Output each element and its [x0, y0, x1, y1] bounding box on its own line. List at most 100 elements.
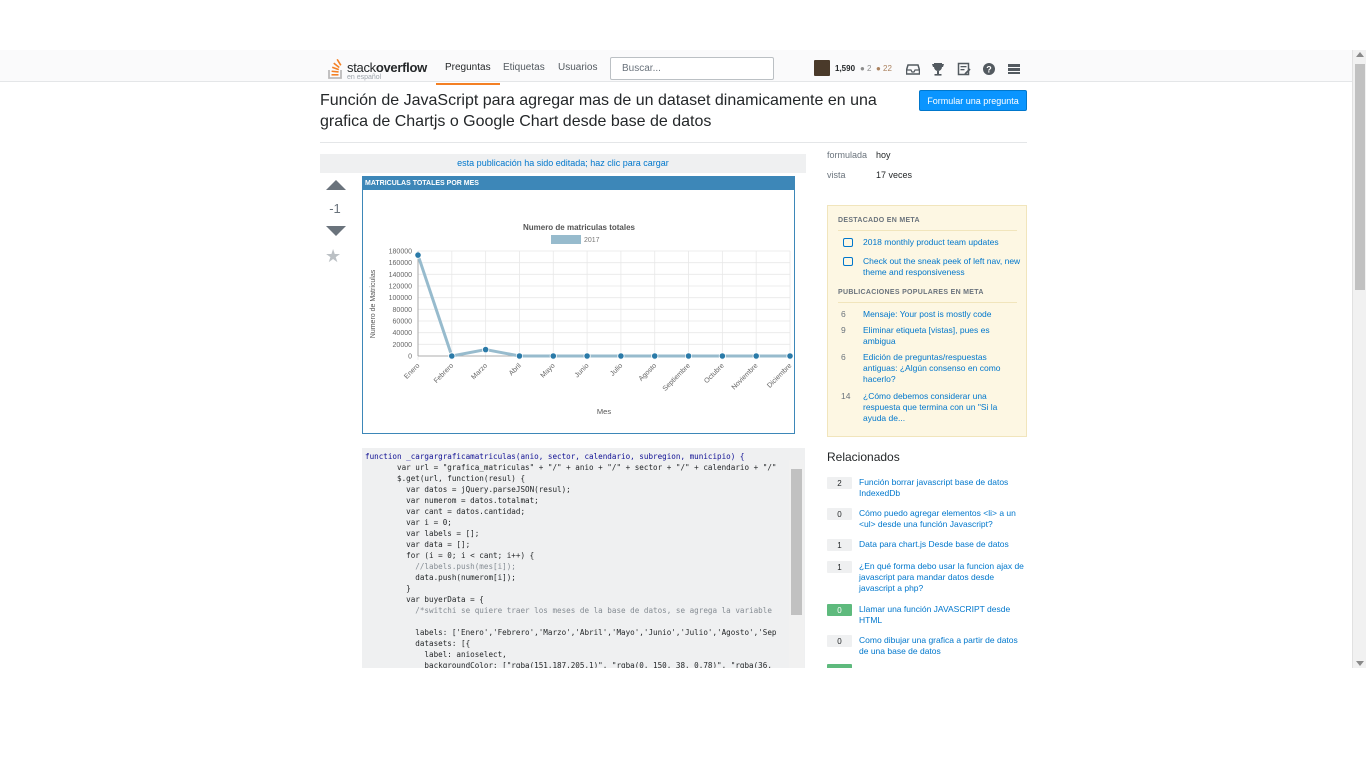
y-tick-label: 180000	[389, 249, 412, 256]
chart-title: Numero de matriculas totales	[523, 223, 636, 232]
featured-link[interactable]: 2018 monthly product team updates	[863, 237, 1021, 248]
avatar[interactable]	[814, 60, 830, 76]
scroll-up-arrow-icon[interactable]	[1356, 52, 1364, 57]
data-point	[684, 352, 693, 360]
search-input[interactable]: Buscar...	[610, 57, 774, 80]
popular-link[interactable]: Mensaje: Your post is mostly code	[863, 309, 1021, 320]
related-score[interactable]: 2	[827, 477, 852, 489]
popular-link[interactable]: Edición de preguntas/respuestas antiguas…	[863, 352, 1021, 385]
data-point	[786, 352, 794, 360]
divider	[838, 302, 1017, 303]
upvote-arrow-icon[interactable]	[326, 180, 346, 190]
related-link[interactable]: Data para chart.js Desde base de datos	[859, 539, 1029, 550]
bronze-badge-count: ● 22	[876, 64, 892, 73]
trophy-icon[interactable]	[931, 62, 945, 76]
y-tick-label: 140000	[389, 272, 412, 279]
data-point	[515, 352, 524, 360]
code-line: label: anioselect,	[365, 650, 507, 659]
help-icon[interactable]: ?	[982, 62, 996, 76]
popular-link[interactable]: ¿Cómo debemos considerar una respuesta q…	[863, 391, 1021, 424]
related-heading: Relacionados	[827, 450, 900, 464]
legend-swatch	[551, 235, 581, 244]
featured-link[interactable]: Check out the sneak peek of left nav, ne…	[863, 256, 1021, 278]
featured-heading: DESTACADO EN META	[838, 217, 920, 224]
favorite-star-icon[interactable]: ★	[325, 246, 341, 267]
scroll-down-arrow-icon[interactable]	[1356, 661, 1364, 666]
code-line: backgroundColor: ["rgba(151,187,205,1)",…	[365, 661, 777, 668]
asked-value: hoy	[876, 150, 891, 160]
inbox-icon[interactable]	[906, 62, 920, 76]
code-line: var numerom = datos.totalmat;	[365, 496, 539, 505]
related-score[interactable]: 1	[827, 561, 852, 573]
code-line: $.get(url, function(resul) {	[365, 474, 526, 483]
related-link[interactable]: Llamar una función JAVASCRIPT desde HTML	[859, 604, 1029, 626]
panel-header: MATRICULAS TOTALES POR MES	[363, 177, 794, 190]
data-point	[583, 352, 591, 360]
top-bar: stackoverflow en español Preguntas Etiqu…	[0, 50, 1352, 85]
x-tick-label: Julio	[609, 362, 624, 377]
review-queue-icon[interactable]	[957, 62, 971, 76]
embedded-chart-image: MATRICULAS TOTALES POR MES Numero de mat…	[362, 176, 795, 434]
x-tick-label: Abril	[508, 362, 523, 377]
code-line: var buyerData = {	[365, 595, 484, 604]
related-link[interactable]: ¿En qué forma debo usar la funcion ajax …	[859, 561, 1029, 594]
code-line: data.push(numerom[i]);	[365, 573, 516, 582]
code-scrollbar[interactable]	[789, 460, 804, 668]
y-tick-label: 80000	[393, 307, 413, 314]
x-tick-label: Octubre	[703, 362, 726, 385]
y-tick-label: 0	[408, 354, 412, 361]
data-point	[718, 352, 726, 360]
nav-tab-tags[interactable]: Etiquetas	[503, 58, 545, 85]
series-line	[416, 254, 790, 358]
popular-score: 6	[841, 352, 846, 362]
code-scrollbar-thumb[interactable]	[791, 469, 802, 615]
asked-label: formulada	[827, 150, 868, 160]
code-line: function _cargargraficamatriculas(anio, …	[365, 452, 745, 461]
data-point	[617, 352, 625, 360]
nav-tab-questions[interactable]: Preguntas	[436, 58, 500, 85]
related-score[interactable]: 0	[827, 604, 852, 616]
logo-subtitle: en español	[347, 74, 382, 81]
related-score[interactable]: 0	[827, 635, 852, 647]
y-tick-label: 60000	[393, 319, 413, 326]
related-score[interactable]	[827, 664, 852, 668]
code-line: var datos = jQuery.parseJSON(resul);	[365, 485, 571, 494]
stackoverflow-logo-icon	[328, 59, 342, 79]
popular-score: 9	[841, 325, 846, 335]
site-switcher-icon[interactable]	[1007, 62, 1021, 76]
code-block[interactable]: function _cargargraficamatriculas(anio, …	[362, 448, 805, 668]
code-line: var url = "grafica_matriculas" + "/" + a…	[365, 463, 777, 472]
y-tick-label: 160000	[389, 260, 412, 267]
popular-score: 14	[841, 391, 851, 401]
code-line: var i = 0;	[365, 518, 452, 527]
related-link[interactable]: Función borrar javascript base de datos …	[859, 477, 1029, 499]
page-scrollbar[interactable]	[1352, 50, 1366, 668]
x-tick-label: Diciembre	[766, 362, 793, 389]
page-scrollbar-thumb[interactable]	[1355, 64, 1365, 290]
svg-text:?: ?	[986, 65, 992, 75]
question-title[interactable]: Función de JavaScript para agregar mas d…	[320, 90, 900, 132]
x-tick-label: Agosto	[638, 362, 658, 382]
code-line: var cant = datos.cantidad;	[365, 507, 526, 516]
line-chart: Numero de matriculas totales 2017 0 20000 40…	[370, 223, 794, 416]
related-link[interactable]: Como dibujar una grafica a partir de dat…	[859, 635, 1029, 657]
related-score[interactable]: 1	[827, 539, 852, 551]
code-line: var data = [];	[365, 540, 471, 549]
nav-tab-users[interactable]: Usuarios	[558, 58, 597, 85]
y-tick-label: 20000	[393, 342, 413, 349]
site-logo[interactable]: stackoverflow en español	[328, 57, 432, 81]
data-point	[482, 345, 490, 354]
vote-count: -1	[329, 201, 341, 216]
downvote-arrow-icon[interactable]	[326, 226, 346, 236]
related-link[interactable]: Cómo puedo agregar elementos <li> a un <…	[859, 508, 1029, 530]
edit-banner[interactable]: esta publicación ha sido editada; haz cl…	[320, 154, 806, 173]
featured-on-meta-box: DESTACADO EN META 2018 monthly product t…	[827, 205, 1027, 437]
meta-post-icon	[843, 257, 853, 266]
related-score[interactable]: 0	[827, 508, 852, 520]
popular-link[interactable]: Eliminar etiqueta [vistas], pues es ambi…	[863, 325, 1021, 347]
ask-question-button[interactable]: Formular una pregunta	[919, 90, 1027, 111]
browser-viewport: stackoverflow en español Preguntas Etiqu…	[0, 50, 1366, 668]
x-axis-label: Mes	[597, 407, 611, 416]
y-axis-label: Numero de Matriculas	[370, 269, 377, 338]
